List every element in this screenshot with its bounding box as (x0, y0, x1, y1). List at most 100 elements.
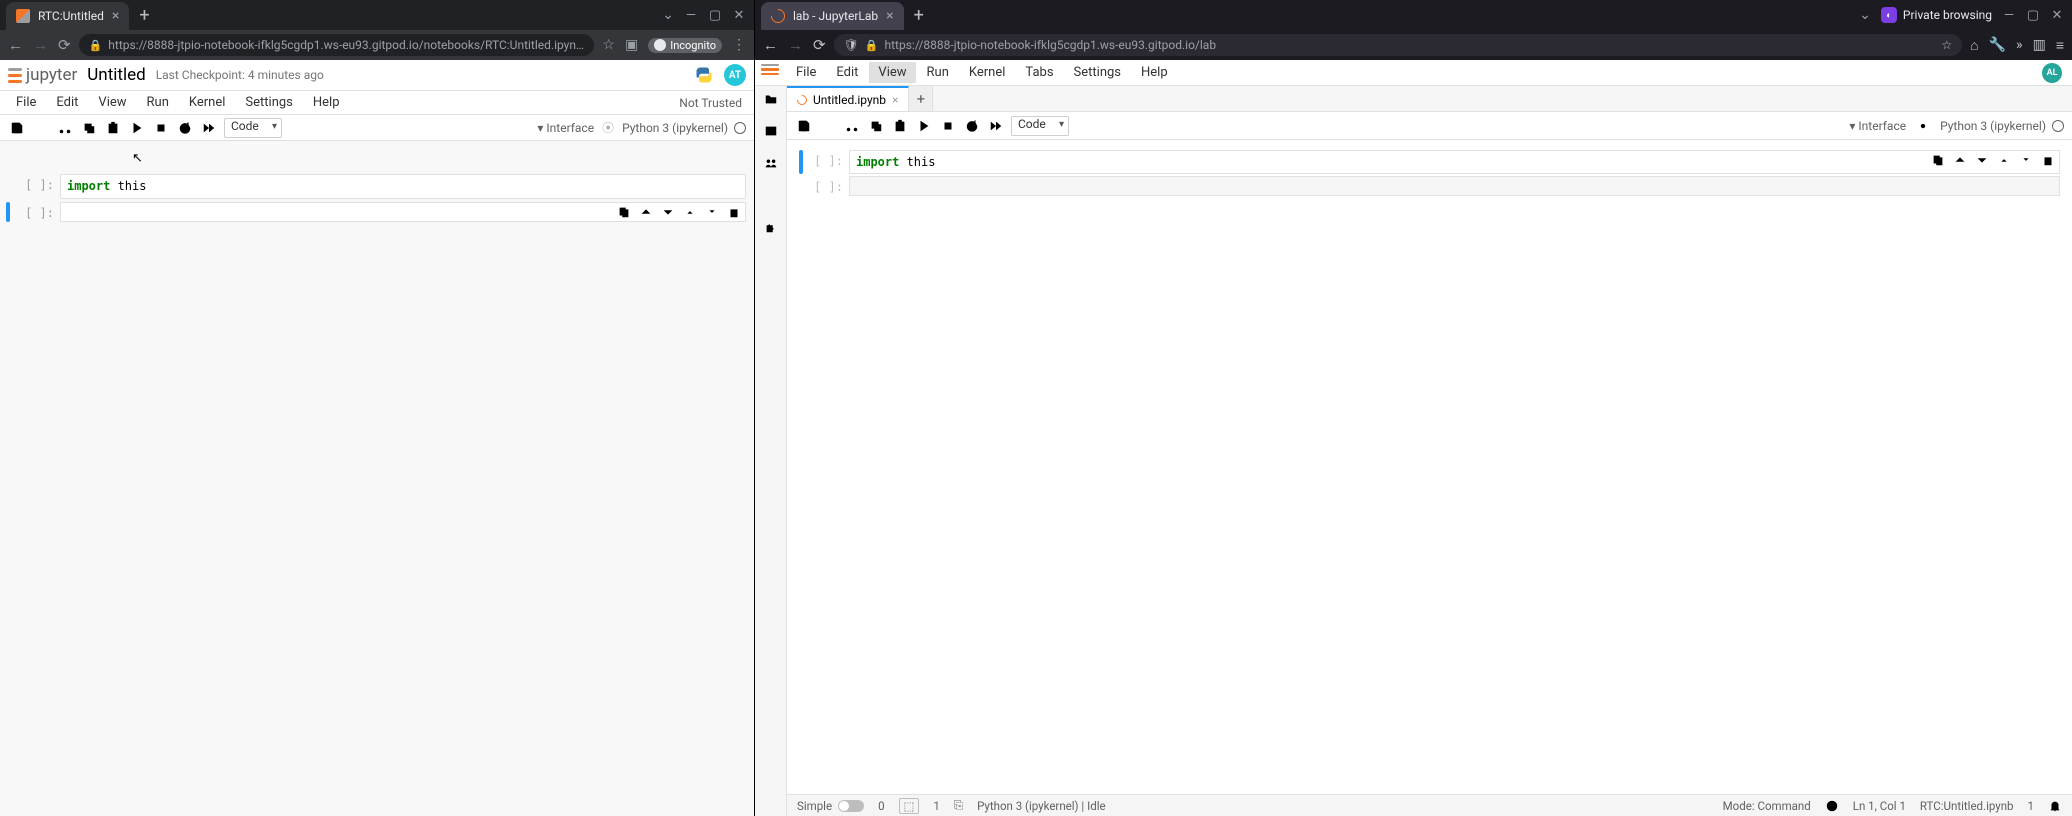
jupyter-logo-icon[interactable] (761, 64, 779, 82)
move-down-icon[interactable] (661, 205, 675, 219)
menu-file[interactable]: File (787, 62, 825, 83)
jupyter-logo[interactable]: jupyter (8, 65, 77, 85)
notebook-tab[interactable]: Untitled.ipynb × (787, 86, 909, 111)
terminals-count[interactable]: 0 (878, 799, 884, 813)
simple-toggle[interactable]: Simple (797, 799, 864, 813)
new-launcher-button[interactable]: + (909, 86, 933, 111)
save-button[interactable] (795, 117, 813, 135)
cut-button[interactable] (843, 117, 861, 135)
tab-close-icon[interactable]: × (112, 8, 119, 24)
tab-close-icon[interactable]: × (886, 8, 893, 24)
star-icon[interactable]: ☆ (602, 37, 615, 53)
new-tab-button[interactable]: + (129, 5, 159, 26)
users-icon[interactable] (764, 156, 778, 170)
chrome-menu-icon[interactable]: ⋮ (732, 37, 746, 53)
document-name[interactable]: RTC:Untitled.ipynb (1920, 799, 2014, 813)
stop-button[interactable] (152, 119, 170, 137)
move-down-icon[interactable] (1975, 153, 1989, 167)
close-window-icon[interactable]: ✕ (2050, 8, 2064, 23)
insert-below-icon[interactable] (2019, 153, 2033, 167)
kernels-count-icon[interactable]: ⬚ (899, 798, 920, 814)
sidebar-icon[interactable]: ▥ (2033, 37, 2046, 53)
toc-icon[interactable] (764, 188, 778, 202)
kernel-indicator[interactable]: Python 3 (ipykernel) (1940, 119, 2064, 133)
url-input[interactable]: 🔒 https://8888-jtpio-notebook-ifklg5cgdp… (79, 34, 595, 56)
interface-switcher[interactable]: ▾ Interface (537, 121, 594, 135)
forward-icon[interactable]: → (33, 36, 48, 54)
reload-icon[interactable]: ⟳ (58, 36, 71, 54)
cell-type-select[interactable]: Code (1011, 116, 1069, 136)
kernels-count[interactable]: 1 (933, 799, 939, 813)
filebrowser-icon[interactable] (764, 92, 778, 106)
debugger-icon[interactable]: ⦿ (602, 119, 614, 136)
run-button[interactable] (128, 119, 146, 137)
menu-file[interactable]: File (8, 93, 44, 112)
run-button[interactable] (915, 117, 933, 135)
notification-icon[interactable] (2048, 799, 2062, 813)
cut-button[interactable] (56, 119, 74, 137)
kernel-indicator[interactable]: Python 3 (ipykernel) (622, 121, 746, 135)
new-tab-button[interactable]: + (904, 5, 934, 26)
menu-help[interactable]: Help (1132, 62, 1177, 83)
toggle-switch-icon[interactable] (838, 800, 864, 812)
delete-cell-icon[interactable] (727, 205, 741, 219)
cell-type-select[interactable]: Code (224, 118, 282, 138)
add-cell-button[interactable] (32, 119, 50, 137)
reload-icon[interactable]: ⟳ (813, 36, 826, 54)
tab-search-icon[interactable]: ⌄ (662, 7, 674, 23)
cursor-position[interactable]: Ln 1, Col 1 (1853, 799, 1906, 813)
paste-button[interactable] (104, 119, 122, 137)
minimize-icon[interactable]: — (684, 8, 698, 23)
code-cell[interactable]: [ ]: (6, 202, 746, 222)
move-up-icon[interactable] (1953, 153, 1967, 167)
check-icon[interactable] (1825, 799, 1839, 813)
share-icon[interactable]: ⎘ (954, 798, 963, 813)
duplicate-cell-icon[interactable] (1931, 153, 1945, 167)
browser-tab[interactable]: lab - JupyterLab × (761, 2, 904, 30)
menu-help[interactable]: Help (305, 93, 348, 112)
running-icon[interactable] (764, 124, 778, 138)
add-cell-button[interactable] (819, 117, 837, 135)
copy-button[interactable] (867, 117, 885, 135)
forward-icon[interactable]: → (788, 36, 803, 54)
menu-tabs[interactable]: Tabs (1016, 62, 1062, 83)
menu-settings[interactable]: Settings (237, 93, 300, 112)
menu-view[interactable]: View (90, 93, 134, 112)
devtools-icon[interactable]: 🔧 (1989, 37, 2006, 53)
install-icon[interactable]: ▣ (625, 37, 638, 53)
run-all-button[interactable] (200, 119, 218, 137)
code-cell[interactable]: [ ]: import this (6, 174, 746, 199)
star-icon[interactable]: ☆ (1941, 38, 1952, 52)
close-window-icon[interactable]: ✕ (732, 8, 746, 23)
back-icon[interactable]: ← (763, 36, 778, 54)
cell-editor[interactable] (849, 176, 2060, 196)
pocket-icon[interactable]: ⌂ (1970, 37, 1978, 54)
stop-button[interactable] (939, 117, 957, 135)
delete-cell-icon[interactable] (2041, 153, 2055, 167)
kernel-status[interactable]: Python 3 (ipykernel) | Idle (977, 799, 1106, 813)
code-cell[interactable]: [ ]: import this (799, 150, 2060, 174)
user-avatar[interactable]: AT (724, 64, 746, 86)
duplicate-cell-icon[interactable] (617, 205, 631, 219)
save-button[interactable] (8, 119, 26, 137)
trusted-indicator[interactable]: Not Trusted (679, 96, 746, 110)
tab-close-icon[interactable]: × (892, 93, 898, 107)
shield-icon[interactable]: 🛡 (844, 38, 859, 52)
cell-editor[interactable] (60, 202, 746, 222)
firefox-menu-icon[interactable]: ≡ (2056, 37, 2064, 54)
menu-settings[interactable]: Settings (1065, 62, 1130, 83)
tab-width[interactable]: 1 (2028, 799, 2034, 813)
menu-run[interactable]: Run (918, 62, 958, 83)
notebook-title[interactable]: Untitled (87, 65, 145, 85)
interface-switcher[interactable]: ▾ Interface (1849, 119, 1906, 133)
menu-kernel[interactable]: Kernel (960, 62, 1015, 83)
cell-editor[interactable]: import this (849, 150, 2060, 174)
tab-list-icon[interactable]: ⌄ (1859, 7, 1871, 23)
maximize-icon[interactable]: ▢ (2026, 8, 2040, 23)
settings-icon[interactable] (1914, 117, 1932, 135)
insert-below-icon[interactable] (705, 205, 719, 219)
browser-tab[interactable]: RTC:Untitled × (6, 2, 129, 30)
url-input[interactable]: 🛡 🔒 https://8888-jtpio-notebook-ifklg5cg… (834, 34, 1963, 56)
run-all-button[interactable] (987, 117, 1005, 135)
extensions-icon[interactable] (764, 220, 778, 234)
